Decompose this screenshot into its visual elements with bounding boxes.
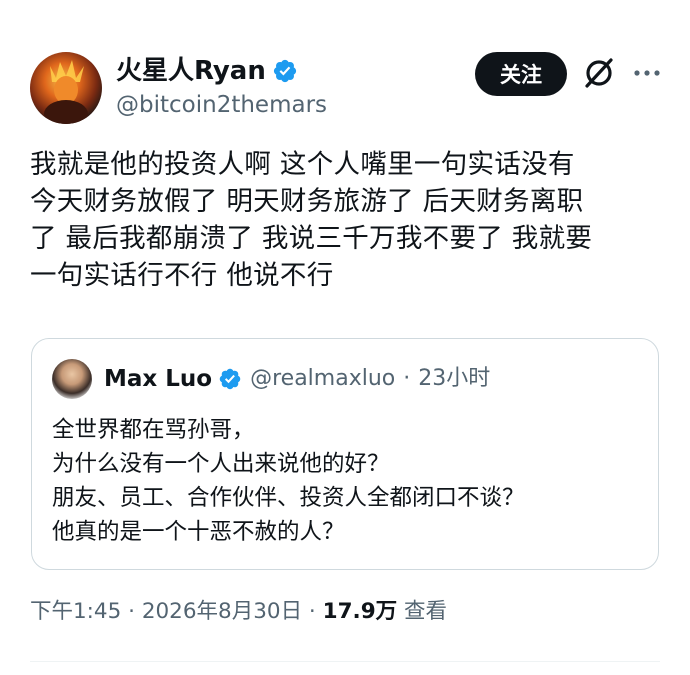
author-handle[interactable]: @bitcoin2themars	[116, 90, 327, 120]
more-options-icon[interactable]	[630, 60, 664, 86]
grok-icon[interactable]	[582, 56, 616, 90]
tweet-date[interactable]: 2026年8月30日	[142, 599, 302, 624]
divider	[30, 661, 660, 662]
quoted-author-avatar[interactable]	[52, 359, 92, 399]
author-name-row: 火星人Ryan	[116, 54, 298, 88]
quoted-tweet-header: Max Luo @realmaxluo · 23小时	[104, 361, 490, 397]
quoted-tweet-text: 全世界都在骂孙哥， 为什么没有一个人出来说他的好？ 朋友、员工、合作伙伴、投资人…	[52, 417, 525, 545]
tweet-meta: 下午1:45 · 2026年8月30日 · 17.9万 查看	[30, 597, 447, 627]
quoted-separator: ·	[403, 366, 411, 391]
author-display-name[interactable]: 火星人Ryan	[116, 54, 266, 88]
author-avatar[interactable]	[30, 52, 102, 124]
verified-badge-icon	[219, 368, 241, 390]
meta-separator: ·	[128, 599, 135, 624]
tweet-text: 我就是他的投资人啊 这个人嘴里一句实话没有 今天财务放假了 明天财务旅游了 后天…	[30, 149, 593, 291]
verified-badge-icon	[273, 59, 296, 83]
tweet-time[interactable]: 下午1:45	[30, 599, 121, 624]
follow-button[interactable]: 关注	[475, 52, 567, 96]
views-label: 查看	[404, 599, 448, 624]
views-count: 17.9万	[322, 599, 398, 624]
meta-separator: ·	[308, 599, 316, 624]
quoted-timestamp[interactable]: 23小时	[418, 361, 490, 397]
quoted-author-name[interactable]: Max Luo	[104, 361, 212, 397]
quoted-tweet-card[interactable]: Max Luo @realmaxluo · 23小时 全世界都在骂孙哥， 为什么…	[31, 338, 659, 570]
quoted-author-handle[interactable]: @realmaxluo	[250, 361, 395, 397]
